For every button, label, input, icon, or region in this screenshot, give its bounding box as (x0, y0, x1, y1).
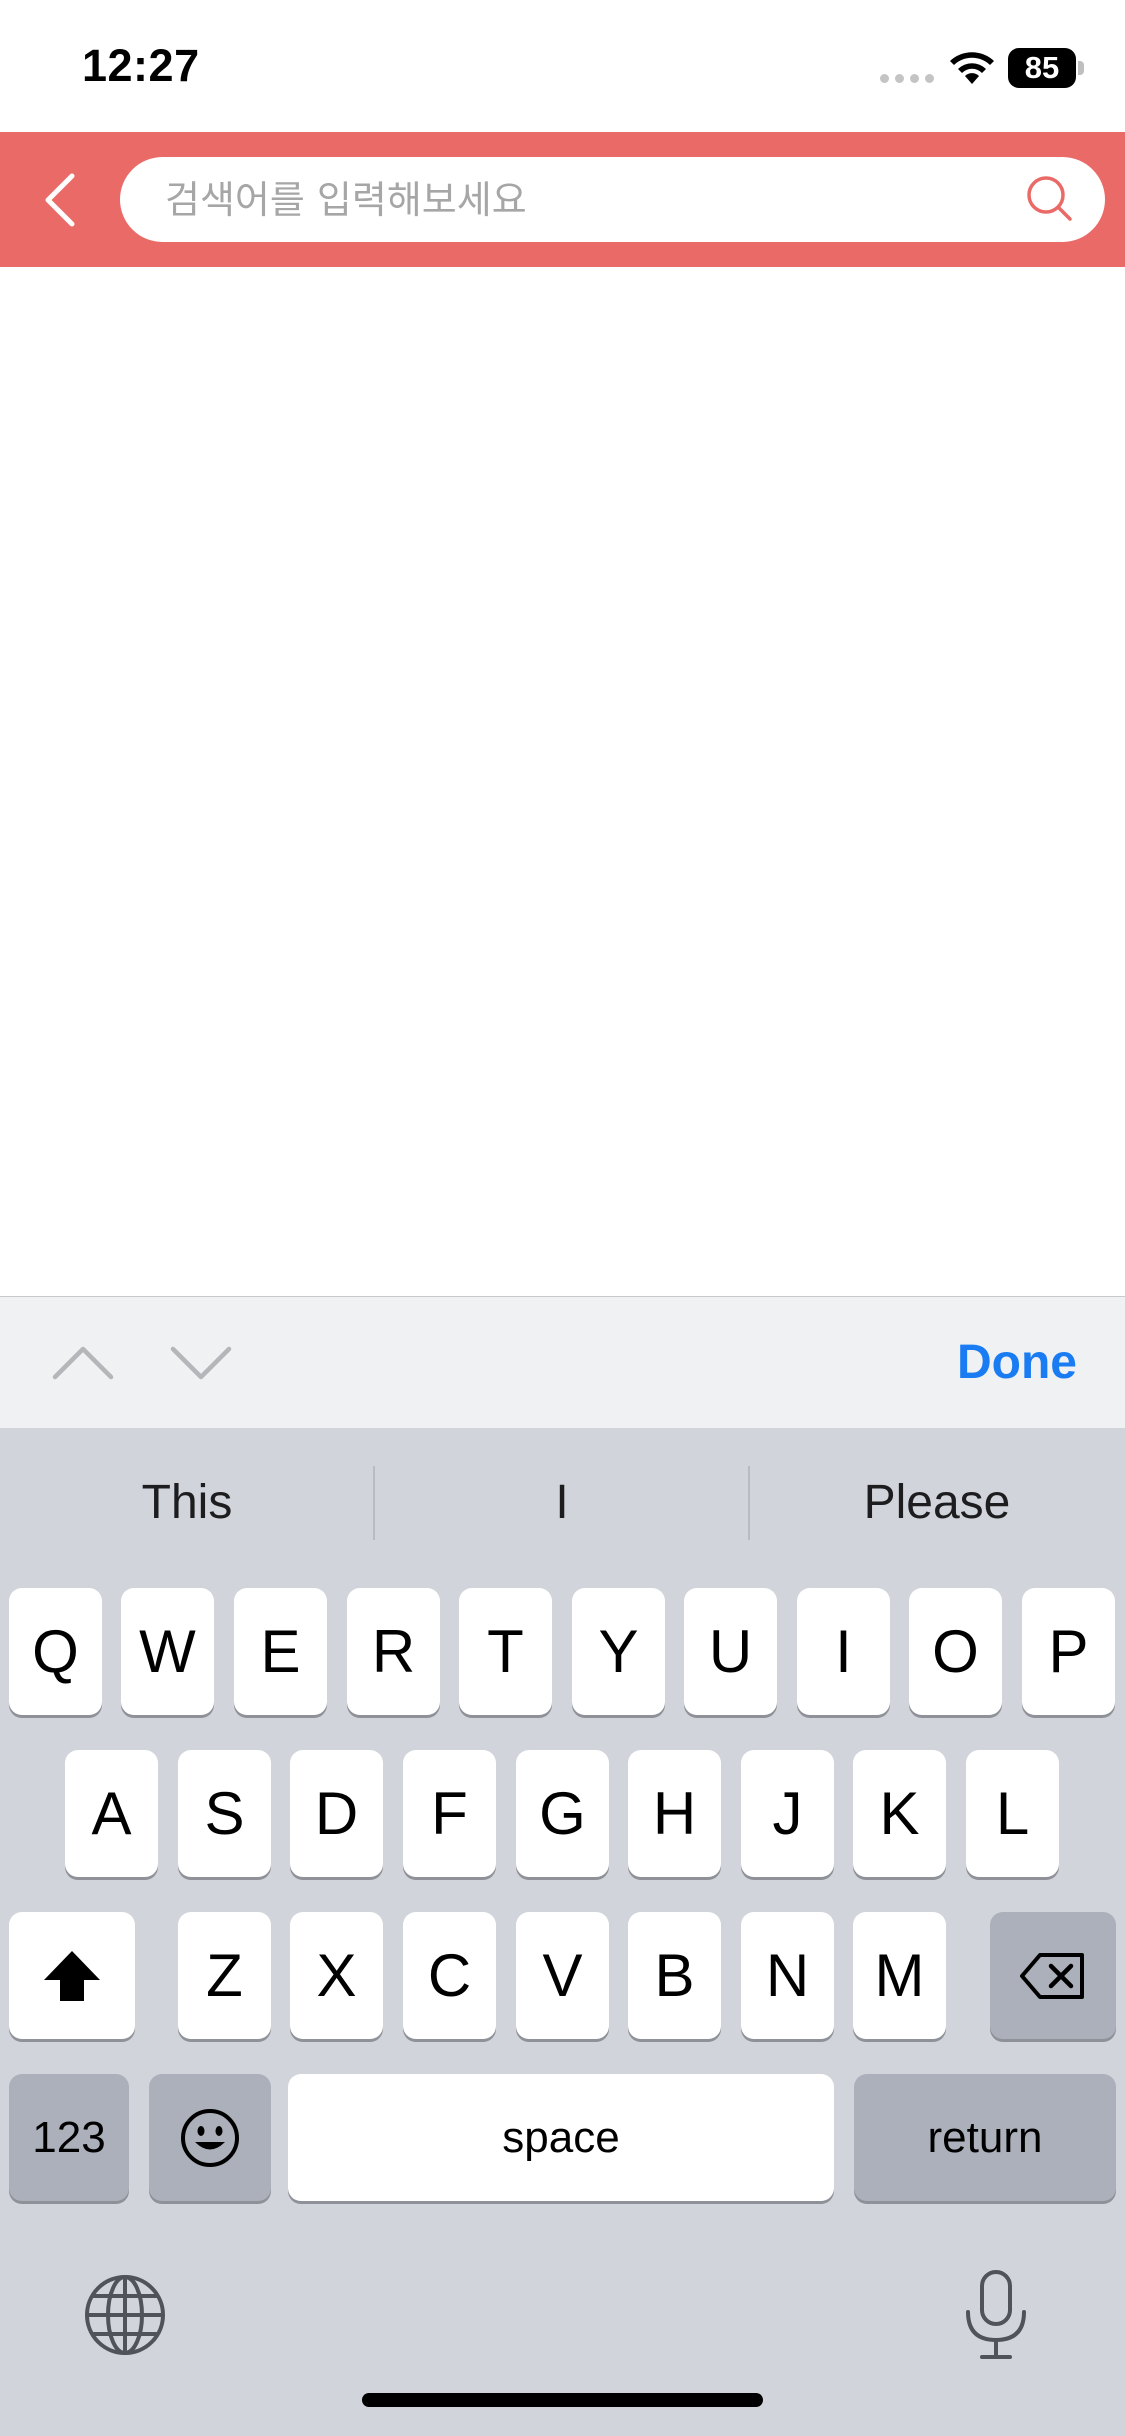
key-h[interactable]: H (628, 1750, 721, 1877)
key-j[interactable]: J (741, 1750, 834, 1877)
key-n[interactable]: N (741, 1912, 834, 2039)
chevron-left-icon (45, 173, 75, 226)
emoji-key[interactable] (149, 2074, 271, 2201)
magnifier-icon (1027, 176, 1072, 221)
key-k[interactable]: K (853, 1750, 946, 1877)
key-g[interactable]: G (516, 1750, 609, 1877)
key-y[interactable]: Y (572, 1588, 665, 1715)
key-b[interactable]: B (628, 1912, 721, 2039)
back-button[interactable] (30, 162, 90, 237)
shift-key[interactable] (9, 1912, 135, 2039)
key-t[interactable]: T (459, 1588, 552, 1715)
search-header (0, 132, 1125, 267)
numbers-key[interactable]: 123 (9, 2074, 129, 2201)
key-w[interactable]: W (121, 1588, 214, 1715)
suggestion-2[interactable]: I (375, 1468, 749, 1538)
shift-icon (44, 1950, 100, 2001)
microphone-icon[interactable] (960, 2268, 1032, 2362)
cellular-signal-icon (880, 74, 934, 83)
search-button[interactable] (1020, 169, 1080, 229)
key-o[interactable]: O (909, 1588, 1002, 1715)
delete-key[interactable] (990, 1912, 1116, 2039)
keyboard: This I Please Q W E R T Y U I O P A S D … (0, 1428, 1125, 2436)
key-f[interactable]: F (403, 1750, 496, 1877)
battery-icon: 85 (1008, 48, 1084, 88)
chevron-up-icon[interactable] (50, 1337, 116, 1389)
key-a[interactable]: A (65, 1750, 158, 1877)
done-button[interactable]: Done (957, 1335, 1077, 1390)
suggestion-1[interactable]: This (0, 1468, 374, 1538)
space-key[interactable]: space (288, 2074, 834, 2201)
keyboard-toolbar: Done (0, 1296, 1125, 1428)
emoji-icon (181, 2108, 239, 2167)
battery-level: 85 (1008, 48, 1076, 88)
chevron-down-icon[interactable] (168, 1337, 234, 1389)
key-p[interactable]: P (1022, 1588, 1115, 1715)
key-l[interactable]: L (966, 1750, 1059, 1877)
key-e[interactable]: E (234, 1588, 327, 1715)
wifi-icon (950, 52, 994, 84)
suggestion-3[interactable]: Please (750, 1468, 1124, 1538)
key-s[interactable]: S (178, 1750, 271, 1877)
key-i[interactable]: I (797, 1588, 890, 1715)
key-x[interactable]: X (290, 1912, 383, 2039)
key-d[interactable]: D (290, 1750, 383, 1877)
status-time: 12:27 (82, 40, 200, 91)
search-input[interactable] (165, 157, 1005, 242)
key-r[interactable]: R (347, 1588, 440, 1715)
key-c[interactable]: C (403, 1912, 496, 2039)
search-box[interactable] (120, 157, 1105, 242)
key-v[interactable]: V (516, 1912, 609, 2039)
key-z[interactable]: Z (178, 1912, 271, 2039)
key-m[interactable]: M (853, 1912, 946, 2039)
key-q[interactable]: Q (9, 1588, 102, 1715)
home-indicator (362, 2393, 763, 2407)
suggestion-bar: This I Please (0, 1428, 1125, 1578)
globe-icon[interactable] (82, 2272, 168, 2358)
return-key[interactable]: return (854, 2074, 1116, 2201)
status-bar: 12:27 85 (0, 0, 1125, 132)
backspace-icon (1020, 1952, 1084, 1999)
key-u[interactable]: U (684, 1588, 777, 1715)
